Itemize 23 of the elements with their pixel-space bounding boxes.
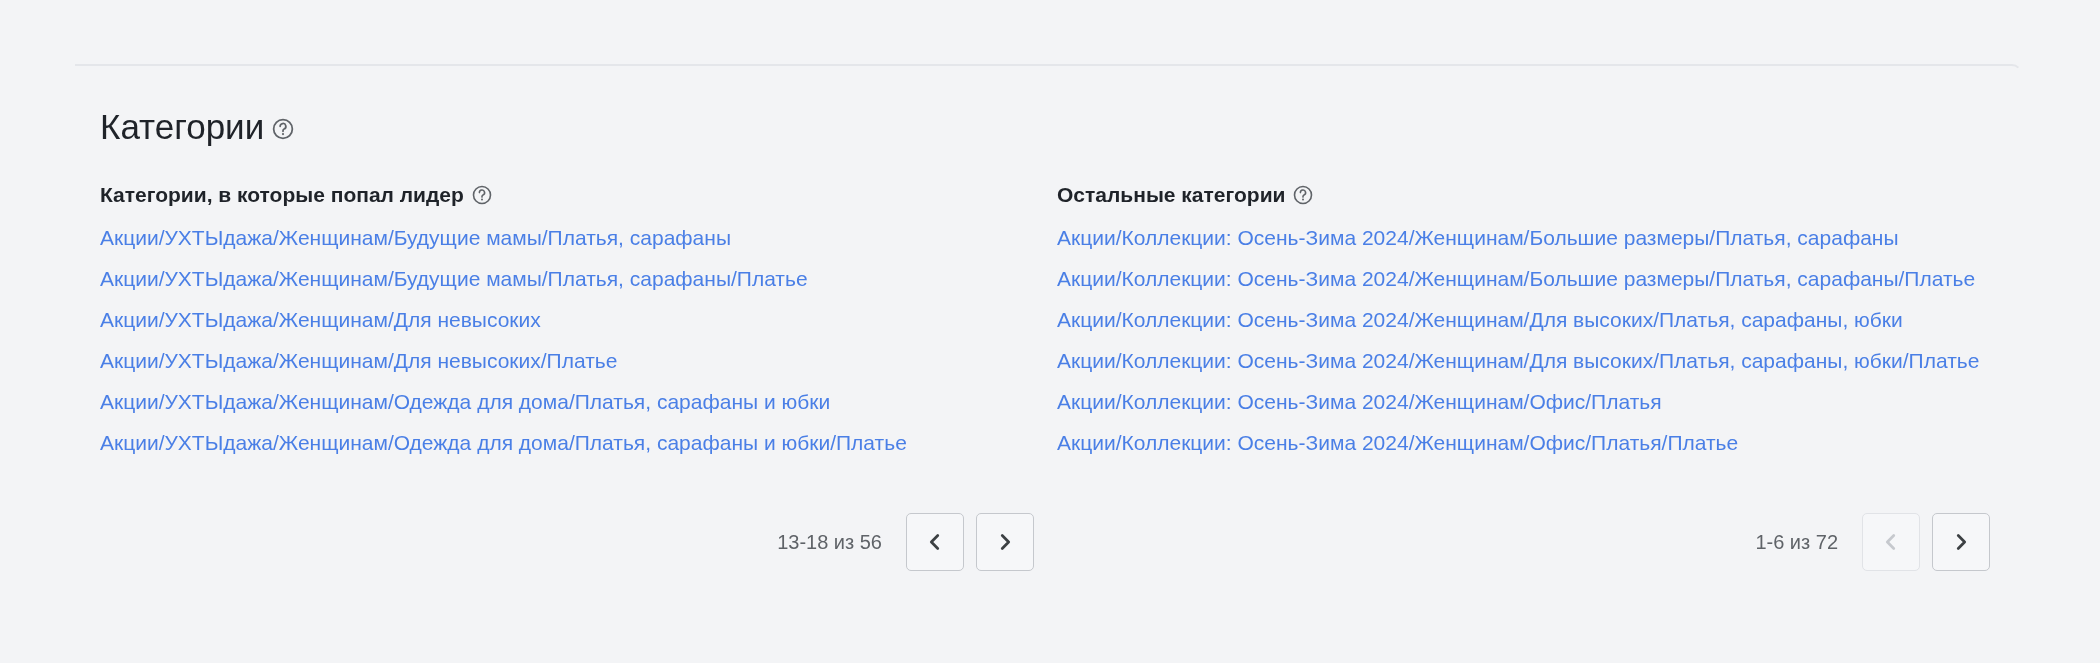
category-link[interactable]: Акции/УХТЫдажа/Женщинам/Для невысоких/Платье bbox=[100, 340, 618, 381]
previous-page-button[interactable] bbox=[906, 513, 964, 571]
help-icon[interactable] bbox=[1293, 185, 1314, 205]
section-title: Категории bbox=[100, 106, 265, 148]
category-link[interactable]: Акции/УХТЫдажа/Женщинам/Одежда для дома/Платья, сарафаны и юбки/Платье bbox=[100, 422, 907, 463]
next-page-button[interactable] bbox=[976, 513, 1034, 571]
category-link[interactable]: Акции/УХТЫдажа/Женщинам/Будущие мамы/Платья, сарафаны bbox=[100, 217, 731, 258]
category-link[interactable]: Акции/УХТЫдажа/Женщинам/Одежда для дома/Платья, сарафаны и юбки bbox=[100, 381, 831, 422]
column-heading: Категории, в которые попал лидер bbox=[100, 183, 464, 207]
category-link[interactable]: Акции/Коллекции: Осень-Зима 2024/Женщинам/Офис/Платья/Платье bbox=[1057, 422, 1739, 463]
help-icon[interactable] bbox=[272, 118, 295, 140]
page-range: 1-6 из 72 bbox=[1755, 530, 1838, 554]
next-page-button[interactable] bbox=[1932, 513, 1990, 571]
category-link[interactable]: Акции/УХТЫдажа/Женщинам/Для невысоких bbox=[100, 299, 541, 340]
category-link[interactable]: Акции/УХТЫдажа/Женщинам/Будущие мамы/Платья, сарафаны/Платье bbox=[100, 258, 808, 299]
category-link[interactable]: Акции/Коллекции: Осень-Зима 2024/Женщинам/Офис/Платья bbox=[1057, 381, 1662, 422]
help-icon[interactable] bbox=[471, 185, 492, 205]
category-link[interactable]: Акции/Коллекции: Осень-Зима 2024/Женщинам/Большие размеры/Платья, сарафаны bbox=[1057, 217, 1899, 258]
category-link[interactable]: Акции/Коллекции: Осень-Зима 2024/Женщинам/Большие размеры/Платья, сарафаны/Платье bbox=[1057, 258, 1976, 299]
page-range: 13-18 из 56 bbox=[777, 530, 882, 554]
category-link[interactable]: Акции/Коллекции: Осень-Зима 2024/Женщинам/Для высоких/Платья, сарафаны, юбки/Платье bbox=[1057, 340, 1980, 381]
category-link[interactable]: Акции/Коллекции: Осень-Зима 2024/Женщинам/Для высоких/Платья, сарафаны, юбки bbox=[1057, 299, 1903, 340]
column-heading: Остальные категории bbox=[1057, 183, 1286, 207]
